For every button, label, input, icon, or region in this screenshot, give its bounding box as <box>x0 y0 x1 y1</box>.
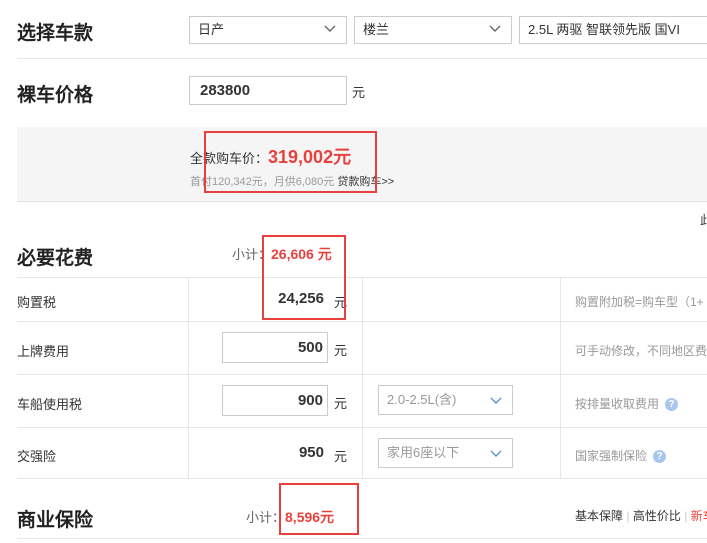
help-icon[interactable]: ? <box>665 398 679 412</box>
required-fees-title: 必要花费 <box>17 248 94 269</box>
vehicle-tax-unit: 元 <box>334 396 348 411</box>
vehicle-tax-input[interactable]: 900 <box>222 385 328 416</box>
tab-separator: | <box>626 509 630 523</box>
brand-select[interactable]: 日产 <box>189 16 347 44</box>
row-divider <box>17 478 707 479</box>
table-col-divider <box>560 277 561 478</box>
plate-fee-note: 可手动修改，不同地区费 <box>575 344 707 358</box>
bottom-divider <box>17 538 707 539</box>
bare-price-title: 裸车价格 <box>17 85 94 106</box>
chevron-down-icon <box>489 25 501 32</box>
row-label-vehicle-tax: 车船使用税 <box>17 397 83 412</box>
row-label-purchase-tax: 购置税 <box>17 295 57 310</box>
chevron-down-icon <box>324 25 336 32</box>
edge-text: 此 <box>700 213 707 227</box>
highlight-box-required <box>262 235 346 320</box>
bare-price-unit: 元 <box>352 85 366 100</box>
select-car-title: 选择车款 <box>17 23 94 44</box>
trim-select[interactable]: 2.5L 两驱 智联领先版 国VI <box>519 16 707 44</box>
displacement-select-value: 2.0-2.5L(含) <box>387 392 457 407</box>
commercial-insurance-title: 商业保险 <box>17 510 94 531</box>
row-divider <box>17 374 707 375</box>
compulsory-insurance-note-text: 国家强制保险 <box>575 449 648 463</box>
tab-new-car[interactable]: 新车 <box>691 509 707 523</box>
compulsory-insurance-unit: 元 <box>334 449 348 464</box>
help-icon[interactable]: ? <box>653 450 667 464</box>
displacement-select[interactable]: 2.0-2.5L(含) <box>378 385 513 415</box>
table-col-divider <box>362 277 363 478</box>
compulsory-insurance-value: 950 <box>298 444 324 461</box>
plate-fee-unit: 元 <box>334 343 348 358</box>
plate-fee-value: 500 <box>297 339 323 356</box>
highlight-box-total <box>204 131 377 193</box>
insurance-plan-tabs: 基本保障 | 高性价比 | 新车 <box>575 507 707 524</box>
highlight-box-commercial <box>279 483 359 535</box>
tab-separator: | <box>684 509 688 523</box>
tab-value-plan[interactable]: 高性价比 <box>633 509 681 523</box>
model-select[interactable]: 楼兰 <box>354 16 512 44</box>
chevron-down-icon <box>490 450 502 457</box>
brand-select-value: 日产 <box>198 22 225 37</box>
row-divider <box>17 427 707 428</box>
model-select-value: 楼兰 <box>363 22 390 37</box>
tab-basic-coverage[interactable]: 基本保障 <box>575 509 623 523</box>
vehicle-tax-value: 900 <box>297 392 323 409</box>
trim-select-value: 2.5L 两驱 智联领先版 国VI <box>528 22 680 37</box>
seat-type-select[interactable]: 家用6座以下 <box>378 438 513 468</box>
seat-type-select-value: 家用6座以下 <box>387 445 460 460</box>
table-col-divider <box>188 277 189 478</box>
vehicle-tax-note: 按排量收取费用? <box>575 395 679 412</box>
bare-price-value: 283800 <box>200 82 251 99</box>
row-label-compulsory-insurance: 交强险 <box>17 449 57 464</box>
row-label-plate-fee: 上牌费用 <box>17 344 70 359</box>
chevron-down-icon <box>490 397 502 404</box>
vehicle-tax-note-text: 按排量收取费用 <box>575 397 660 411</box>
bare-price-input[interactable]: 283800 <box>189 76 347 105</box>
purchase-tax-note: 购置附加税=购车型（1+ <box>575 295 704 309</box>
row-divider <box>17 321 707 322</box>
compulsory-insurance-note: 国家强制保险? <box>575 447 667 464</box>
plate-fee-input[interactable]: 500 <box>222 332 328 363</box>
divider <box>17 58 707 59</box>
